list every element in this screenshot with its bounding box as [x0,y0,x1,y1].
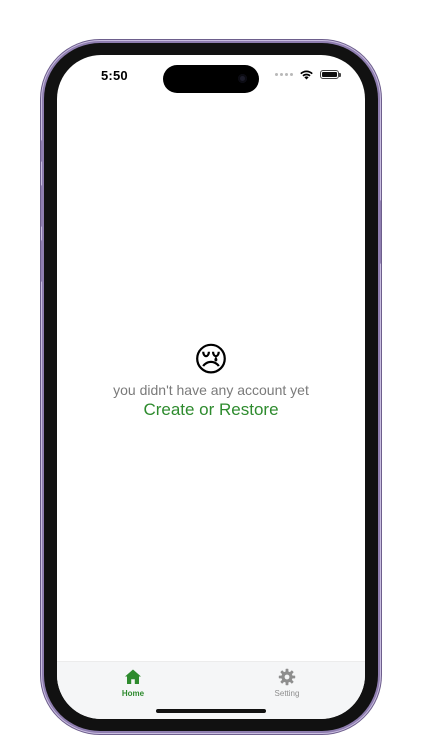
status-time: 5:50 [101,68,128,83]
crying-face-icon: 😢 [193,341,229,379]
dynamic-island [163,65,259,93]
device-mockup: 5:50 😢 you didn't have any account yet C… [0,0,422,750]
home-icon [125,669,141,684]
empty-state: 😢 you didn't have any account yet Create… [57,340,365,420]
tab-setting-label: Setting [274,689,300,698]
tab-setting[interactable]: Setting [247,668,327,698]
app-screen: 5:50 😢 you didn't have any account yet C… [57,55,365,719]
empty-message: you didn't have any account yet [113,382,309,398]
camera-icon [238,74,247,83]
tab-home-label: Home [121,689,145,698]
volume-up-button [41,185,44,227]
home-indicator [156,709,266,713]
power-button [378,200,381,264]
silent-switch [41,140,44,162]
gear-icon [278,668,296,686]
tab-bar: Home Setting [57,661,365,719]
signal-dots-icon [275,73,293,76]
wifi-icon [300,70,313,80]
create-or-restore-button[interactable]: Create or Restore [143,400,278,420]
battery-icon [320,70,341,79]
tab-home[interactable]: Home [93,668,173,698]
volume-down-button [41,240,44,282]
status-indicators [275,69,341,80]
